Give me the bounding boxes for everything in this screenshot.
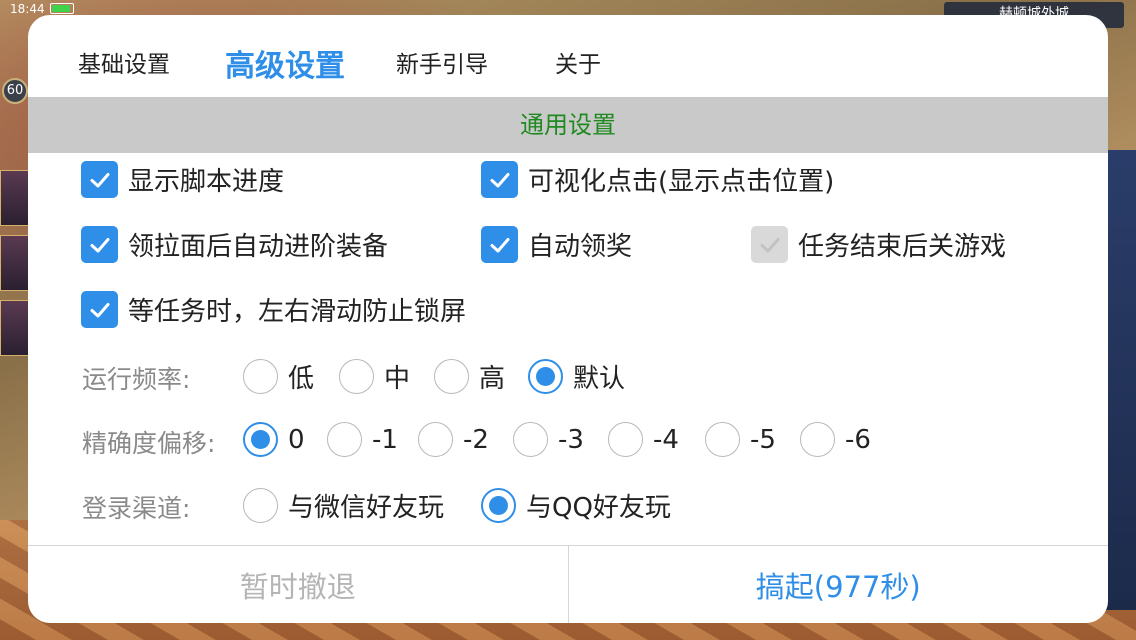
radio-icon [608, 422, 643, 457]
checkbox-label: 自动领奖 [528, 232, 633, 262]
game-right-panel [1106, 150, 1136, 610]
radio-label: 高 [479, 364, 506, 394]
radio-label: 默认 [573, 364, 626, 394]
login-channel-group: 登录渠道: 与微信好友玩 与QQ好友玩 [28, 487, 1108, 527]
radio-label: 0 [288, 424, 305, 455]
tab-beginner-guide[interactable]: 新手引导 [396, 45, 488, 79]
radio-offset-minus-3[interactable]: -3 [513, 422, 584, 457]
tab-advanced-settings[interactable]: 高级设置 [225, 41, 345, 85]
radio-icon [434, 359, 469, 394]
tab-bar: 基础设置 高级设置 新手引导 关于 [28, 15, 1108, 97]
login-channel-label: 登录渠道: [82, 494, 191, 523]
radio-label: 与微信好友玩 [288, 493, 445, 523]
radio-icon [339, 359, 374, 394]
section-header: 通用设置 [28, 97, 1108, 153]
radio-offset-minus-6[interactable]: -6 [800, 422, 871, 457]
checkbox-row: 等任务时，左右滑动防止锁屏 [28, 291, 1108, 331]
radio-label: -3 [558, 424, 584, 455]
radio-selected-icon [481, 488, 516, 523]
checkbox-auto-claim-rewards[interactable]: 自动领奖 [481, 226, 632, 263]
radio-frequency-low[interactable]: 低 [243, 358, 314, 395]
radio-icon [327, 422, 362, 457]
checkbox-visualize-clicks[interactable]: 可视化点击(显示点击位置) [481, 161, 834, 198]
radio-label: 与QQ好友玩 [526, 493, 671, 523]
radio-offset-minus-5[interactable]: -5 [705, 422, 776, 457]
checkbox-label: 领拉面后自动进阶装备 [128, 232, 389, 262]
precision-offset-label: 精确度偏移: [82, 429, 216, 458]
radio-offset-minus-1[interactable]: -1 [327, 422, 398, 457]
checkbox-label: 显示脚本进度 [128, 167, 285, 197]
checkbox-close-game-after-task[interactable]: 任务结束后关游戏 [751, 226, 1006, 263]
checkbox-show-script-progress[interactable]: 显示脚本进度 [81, 161, 284, 198]
radio-label: -5 [750, 424, 776, 455]
check-icon [751, 226, 788, 263]
radio-selected-icon [528, 359, 563, 394]
radio-frequency-default[interactable]: 默认 [528, 358, 625, 395]
checkbox-label: 可视化点击(显示点击位置) [528, 167, 835, 197]
checkbox-auto-upgrade-equipment[interactable]: 领拉面后自动进阶装备 [81, 226, 388, 263]
check-icon [481, 226, 518, 263]
radio-offset-minus-2[interactable]: -2 [418, 422, 489, 457]
radio-offset-minus-4[interactable]: -4 [608, 422, 679, 457]
radio-icon [418, 422, 453, 457]
radio-selected-icon [243, 422, 278, 457]
hero-portrait [0, 170, 30, 226]
tab-basic-settings[interactable]: 基础设置 [78, 45, 170, 79]
check-icon [81, 291, 118, 328]
hero-portrait [0, 235, 30, 291]
check-icon [481, 161, 518, 198]
radio-icon [513, 422, 548, 457]
radio-label: -1 [372, 424, 398, 455]
status-time: 18:44 [10, 2, 45, 16]
run-frequency-label: 运行频率: [82, 365, 191, 394]
checkbox-label: 任务结束后关游戏 [798, 232, 1007, 262]
start-button[interactable]: 搞起(977秒) [569, 546, 1109, 623]
hero-portrait [0, 300, 30, 356]
run-frequency-group: 运行频率: 低 中 高 默认 [28, 358, 1108, 398]
radio-label: 中 [384, 364, 411, 394]
radio-login-qq[interactable]: 与QQ好友玩 [481, 487, 671, 524]
radio-icon [705, 422, 740, 457]
checkbox-row: 显示脚本进度 可视化点击(显示点击位置) [28, 161, 1108, 201]
player-level-badge: 60 [2, 78, 28, 104]
radio-frequency-high[interactable]: 高 [434, 358, 505, 395]
radio-login-wechat[interactable]: 与微信好友玩 [243, 487, 444, 524]
radio-label: -4 [653, 424, 679, 455]
radio-label: -2 [463, 424, 489, 455]
radio-label: -6 [845, 424, 871, 455]
precision-offset-group: 精确度偏移: 0 -1 -2 -3 -4 -5 -6 [28, 422, 1108, 462]
radio-offset-0[interactable]: 0 [243, 422, 305, 457]
checkbox-swipe-prevent-lock[interactable]: 等任务时，左右滑动防止锁屏 [81, 291, 466, 328]
tab-about[interactable]: 关于 [555, 45, 601, 79]
checkbox-row: 领拉面后自动进阶装备 自动领奖 任务结束后关游戏 [28, 226, 1108, 266]
settings-dialog: 基础设置 高级设置 新手引导 关于 通用设置 显示脚本进度 可视化点击(显示点击… [28, 15, 1108, 623]
check-icon [81, 161, 118, 198]
checkbox-label: 等任务时，左右滑动防止锁屏 [128, 297, 467, 327]
radio-icon [243, 359, 278, 394]
radio-label: 低 [288, 364, 315, 394]
retreat-button[interactable]: 暂时撤退 [28, 546, 569, 623]
radio-icon [243, 488, 278, 523]
dialog-footer: 暂时撤退 搞起(977秒) [28, 545, 1108, 623]
radio-frequency-medium[interactable]: 中 [339, 358, 410, 395]
radio-icon [800, 422, 835, 457]
battery-icon [50, 3, 74, 14]
check-icon [81, 226, 118, 263]
